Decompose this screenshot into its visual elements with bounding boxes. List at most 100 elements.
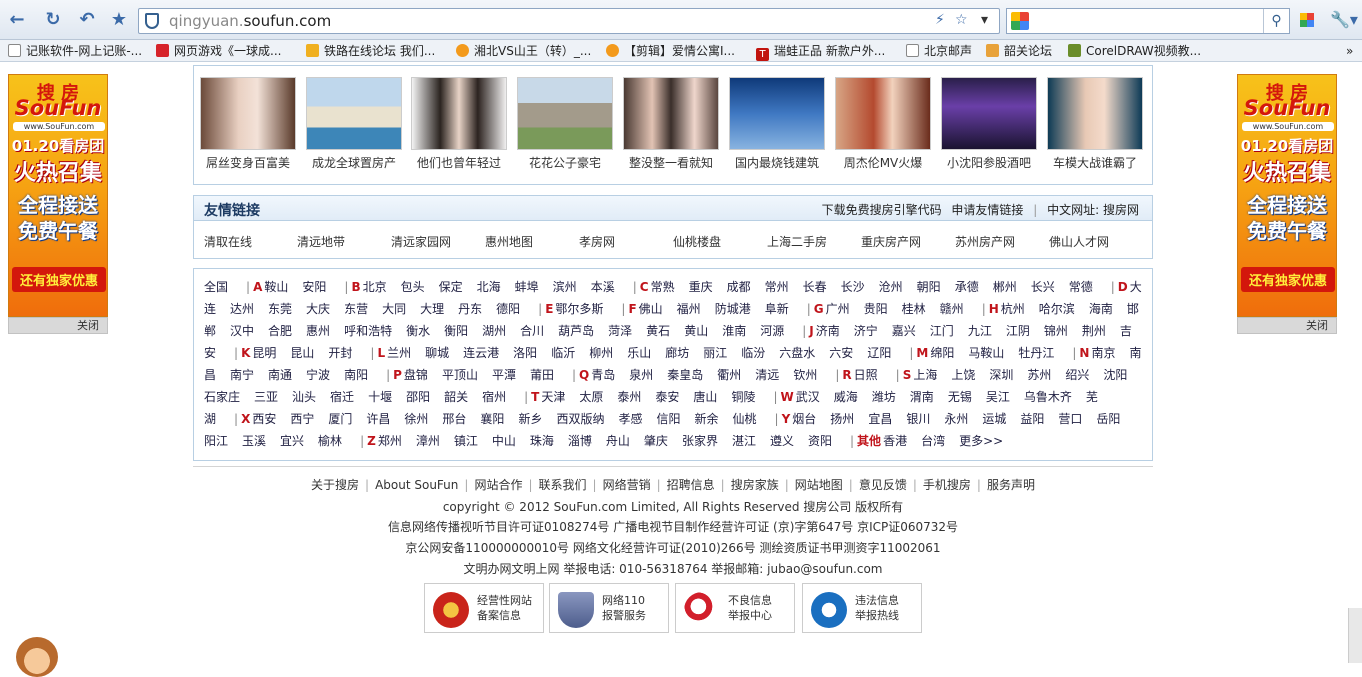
city-link[interactable]: 台湾 — [921, 434, 945, 448]
city-link[interactable]: 六盘水 — [779, 346, 815, 360]
photo-thumbnail[interactable] — [517, 77, 613, 150]
photo-caption[interactable]: 花花公子豪宅 — [517, 154, 613, 171]
city-link[interactable]: 更多>> — [959, 434, 1003, 448]
friend-link[interactable]: 孝房网 — [579, 233, 615, 250]
monkey-mascot-icon[interactable] — [16, 637, 58, 677]
city-link[interactable]: 河源 — [760, 324, 784, 338]
city-link[interactable]: 烟台 — [792, 412, 816, 426]
back-icon[interactable]: ← — [6, 9, 28, 31]
bookmark-star-icon[interactable]: ☆ — [955, 12, 968, 28]
footer-nav-link[interactable]: About SouFun — [375, 478, 458, 492]
city-link[interactable]: 漳州 — [416, 434, 440, 448]
city-link[interactable]: 黄石 — [646, 324, 670, 338]
city-link[interactable]: 遵义 — [770, 434, 794, 448]
city-link[interactable]: 衡阳 — [444, 324, 468, 338]
city-link[interactable]: 长兴 — [1031, 280, 1055, 294]
city-link[interactable]: 淄博 — [568, 434, 592, 448]
bad-info-report-badge[interactable]: 不良信息 举报中心 — [675, 583, 795, 633]
photo-item[interactable]: 花花公子豪宅 — [517, 77, 613, 171]
friend-link[interactable]: 苏州房产网 — [955, 233, 1015, 250]
city-link[interactable]: 北海 — [477, 280, 501, 294]
url-text[interactable]: qingyuan.soufun.com — [169, 12, 331, 30]
search-box[interactable]: ⚲ — [1006, 8, 1290, 34]
city-link[interactable]: 西双版纳 — [556, 412, 604, 426]
city-link[interactable]: 洛阳 — [513, 346, 537, 360]
refresh-icon[interactable]: ↻ — [42, 9, 64, 31]
city-link[interactable]: 常熟 — [651, 280, 675, 294]
photo-thumbnail[interactable] — [411, 77, 507, 150]
bookmark-item[interactable]: T 瑞蛙正品 新款户外... — [756, 42, 885, 61]
city-link[interactable]: 深圳 — [989, 368, 1013, 382]
city-link[interactable]: 朝阳 — [917, 280, 941, 294]
photo-item[interactable]: 屌丝变身百富美 — [200, 77, 296, 171]
city-link[interactable]: 南宁 — [230, 368, 254, 382]
city-link[interactable]: 惠州 — [306, 324, 330, 338]
friend-link[interactable]: 仙桃楼盘 — [673, 233, 721, 250]
footer-nav-link[interactable]: 招聘信息 — [667, 478, 715, 492]
city-link[interactable]: 东营 — [344, 302, 368, 316]
city-link[interactable]: 宿迁 — [330, 390, 354, 404]
city-link[interactable]: 湖州 — [482, 324, 506, 338]
city-link[interactable]: 武汉 — [796, 390, 820, 404]
footer-nav-link[interactable]: 网站合作 — [474, 478, 522, 492]
city-link[interactable]: 连云港 — [463, 346, 499, 360]
city-link[interactable]: 南京 — [1091, 346, 1115, 360]
photo-thumbnail[interactable] — [729, 77, 825, 150]
photo-thumbnail[interactable] — [1047, 77, 1143, 150]
footer-nav-link[interactable]: 网站地图 — [795, 478, 843, 492]
city-link[interactable]: 安阳 — [302, 280, 326, 294]
illegal-info-hotline-badge[interactable]: 违法信息 举报热线 — [802, 583, 922, 633]
footer-nav-link[interactable]: 网络营销 — [603, 478, 651, 492]
city-link[interactable]: 清远 — [755, 368, 779, 382]
photo-item[interactable]: 国内最烧钱建筑 — [729, 77, 825, 171]
city-link[interactable]: 江阴 — [1006, 324, 1030, 338]
city-link[interactable]: 成都 — [727, 280, 751, 294]
friend-link[interactable]: 清远家园网 — [391, 233, 451, 250]
city-link[interactable]: 合川 — [520, 324, 544, 338]
city-link[interactable]: 乌鲁木齐 — [1024, 390, 1072, 404]
city-link[interactable]: 徐州 — [404, 412, 428, 426]
city-link[interactable]: 营口 — [1058, 412, 1082, 426]
city-link[interactable]: 威海 — [834, 390, 858, 404]
city-link[interactable]: 平顶山 — [442, 368, 478, 382]
photo-caption[interactable]: 他们也曾年轻过 — [411, 154, 507, 171]
city-link[interactable]: 鄂尔多斯 — [555, 302, 603, 316]
city-link[interactable]: 新乡 — [518, 412, 542, 426]
photo-item[interactable]: 成龙全球置房产 — [306, 77, 402, 171]
wrench-menu-icon[interactable]: 🔧▾ — [1330, 10, 1358, 29]
city-link[interactable]: 昆明 — [252, 346, 276, 360]
city-link[interactable]: 海南 — [1089, 302, 1113, 316]
photo-caption[interactable]: 成龙全球置房产 — [306, 154, 402, 171]
bookmark-item[interactable]: 北京邮声 — [906, 42, 972, 60]
city-link[interactable]: 蚌埠 — [515, 280, 539, 294]
photo-caption[interactable]: 屌丝变身百富美 — [200, 154, 296, 171]
city-link[interactable]: 郑州 — [378, 434, 402, 448]
city-link[interactable]: 平潭 — [492, 368, 516, 382]
city-link[interactable]: 达州 — [230, 302, 254, 316]
bookmark-item[interactable]: 湘北VS山王（转）_... — [456, 42, 591, 60]
city-link[interactable]: 秦皇岛 — [667, 368, 703, 382]
city-link[interactable]: 广州 — [826, 302, 850, 316]
city-link[interactable]: 菏泽 — [608, 324, 632, 338]
friend-link[interactable]: 惠州地图 — [485, 233, 533, 250]
city-link[interactable]: 聊城 — [425, 346, 449, 360]
city-link[interactable]: 汕头 — [292, 390, 316, 404]
city-link[interactable]: 珠海 — [530, 434, 554, 448]
download-code-link[interactable]: 下载免费搜房引擎代码 — [822, 203, 942, 217]
city-link[interactable]: 阳江 — [204, 434, 228, 448]
photo-caption[interactable]: 车模大战谁霸了 — [1047, 154, 1143, 171]
city-link[interactable]: 鞍山 — [264, 280, 288, 294]
city-link[interactable]: 泰安 — [655, 390, 679, 404]
apply-link-link[interactable]: 申请友情链接 — [951, 203, 1023, 217]
city-link[interactable]: 无锡 — [948, 390, 972, 404]
city-link[interactable]: 泰州 — [617, 390, 641, 404]
city-link[interactable]: 开封 — [328, 346, 352, 360]
dropdown-arrow-icon[interactable]: ▾ — [981, 12, 988, 28]
bookmark-item[interactable]: 【剪辑】爱情公寓I... — [606, 42, 735, 60]
city-link[interactable]: 临汾 — [741, 346, 765, 360]
photo-item[interactable]: 整没整一看就知 — [623, 77, 719, 171]
city-link[interactable]: 邢台 — [442, 412, 466, 426]
city-link[interactable]: 三亚 — [254, 390, 278, 404]
city-link[interactable]: 桂林 — [902, 302, 926, 316]
city-link[interactable]: 钦州 — [793, 368, 817, 382]
